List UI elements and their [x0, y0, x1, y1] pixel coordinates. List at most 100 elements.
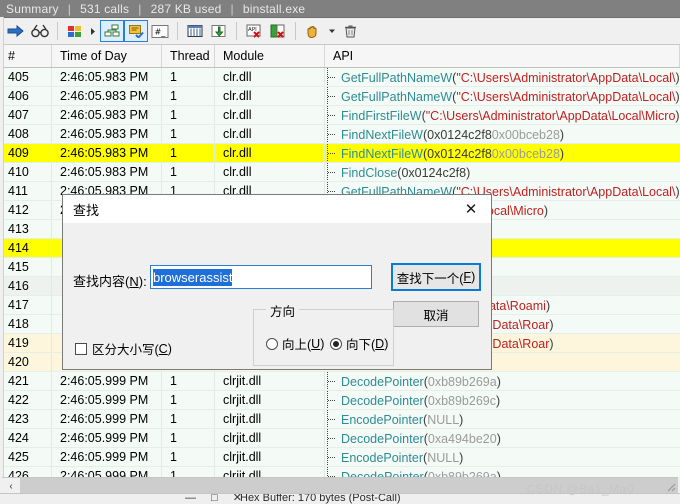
api-function-name: DecodePointer — [341, 374, 424, 389]
summary-label: Summary — [6, 1, 59, 16]
row-module: clrjit.dll — [215, 372, 325, 390]
api-argument: 0x00bceb28 — [491, 146, 560, 161]
clear-trash-icon[interactable] — [338, 20, 362, 42]
numbering-icon[interactable]: #_ — [148, 20, 172, 42]
api-paren-close: ) — [675, 70, 680, 85]
tree-view-icon[interactable] — [100, 20, 124, 42]
row-module: clr.dll — [215, 87, 325, 105]
checkbox-icon — [75, 342, 87, 355]
scroll-left-icon[interactable]: ‹ — [2, 478, 20, 494]
api-paren-close: ) — [496, 374, 501, 389]
row-module: clrjit.dll — [215, 429, 325, 447]
row-module: clrjit.dll — [215, 391, 325, 409]
row-number: 411 — [0, 182, 52, 200]
radio-direction-down[interactable]: 向下(D) — [330, 334, 388, 353]
table-row[interactable]: 410 2:46:05.983 PM 1 clr.dll FindClose ( 0x0… — [0, 163, 680, 182]
table-row[interactable]: 424 2:46:05.999 PM 1 clrjit.dll DecodePointe… — [0, 429, 680, 448]
row-time: 2:46:05.999 PM — [52, 467, 162, 477]
row-number: 423 — [0, 410, 52, 428]
row-api-call: FindClose ( 0x0124c2f8 ) — [325, 163, 680, 181]
api-filter-remove-icon[interactable]: API — [242, 20, 266, 42]
tree-connector-icon — [327, 372, 341, 390]
api-paren-close: ) — [675, 108, 680, 123]
table-row[interactable]: 407 2:46:05.983 PM 1 clr.dll FindFirstFileW … — [0, 106, 680, 125]
table-row[interactable]: 422 2:46:05.999 PM 1 clrjit.dll DecodePointe… — [0, 391, 680, 410]
find-dialog-titlebar[interactable]: 查找 ✕ — [63, 195, 491, 223]
tree-connector-icon — [327, 163, 341, 181]
column-header-thread[interactable]: Thread — [162, 45, 215, 67]
row-number: 418 — [0, 315, 52, 333]
module-filter-remove-icon[interactable] — [266, 20, 290, 42]
match-case-checkbox[interactable]: 区分大小写(C) — [75, 339, 172, 358]
table-row[interactable]: 426 2:46:05.999 PM 1 clrjit.dll DecodePointe… — [0, 467, 680, 477]
column-header-api[interactable]: API — [325, 45, 680, 67]
find-binoculars-icon[interactable] — [28, 20, 52, 42]
pause-hand-icon[interactable] — [301, 20, 325, 42]
column-header-number[interactable]: # — [0, 45, 52, 67]
pause-dropdown-icon[interactable] — [325, 20, 338, 42]
row-module: clrjit.dll — [215, 448, 325, 466]
api-argument: 0x00bceb28 — [491, 127, 560, 142]
table-row[interactable]: 409 2:46:05.983 PM 1 clr.dll FindNextFileW (… — [0, 144, 680, 163]
row-api-call: GetFullPathNameW ( "C:\Users\Administrat… — [325, 68, 680, 86]
row-number: 417 — [0, 296, 52, 314]
table-row[interactable]: 421 2:46:05.999 PM 1 clrjit.dll DecodePointe… — [0, 372, 680, 391]
table-row[interactable]: 406 2:46:05.983 PM 1 clr.dll GetFullPathName… — [0, 87, 680, 106]
columns-icon[interactable] — [183, 20, 207, 42]
match-case-accel-key: C — [158, 341, 168, 356]
table-row[interactable]: 423 2:46:05.999 PM 1 clrjit.dll EncodePointe… — [0, 410, 680, 429]
column-header-module[interactable]: Module — [215, 45, 325, 67]
row-thread: 1 — [162, 87, 215, 105]
hex-buffer-label: Hex Buffer: 170 bytes (Post-Call) — [240, 493, 401, 504]
row-number: 422 — [0, 391, 52, 409]
row-api-call: FindNextFileW ( 0x0124c2f8 0x00bceb28 ) — [325, 144, 680, 162]
go-arrow-icon[interactable] — [4, 20, 28, 42]
table-row[interactable]: 405 2:46:05.983 PM 1 clr.dll GetFullPathName… — [0, 68, 680, 87]
list-view-icon[interactable] — [124, 20, 148, 42]
row-api-call: EncodePointer ( NULL ) — [325, 410, 680, 428]
tree-connector-icon — [327, 144, 341, 162]
row-thread: 1 — [162, 125, 215, 143]
row-api-call: DecodePointer ( 0xb89b269a ) — [325, 372, 680, 390]
cancel-button[interactable]: 取消 — [393, 301, 479, 327]
api-paren-close: ) — [496, 431, 501, 446]
row-thread: 1 — [162, 391, 215, 409]
find-what-label-post: ): — [138, 274, 147, 289]
close-icon[interactable]: ✕ — [453, 196, 489, 222]
api-argument: 0xa494be20 — [427, 431, 497, 446]
api-function-name: FindClose — [341, 165, 398, 180]
search-input-value: browserassist — [153, 268, 233, 286]
table-row[interactable]: 425 2:46:05.999 PM 1 clrjit.dll EncodePointe… — [0, 448, 680, 467]
api-argument: NULL — [427, 450, 460, 465]
dropdown-chevron-icon[interactable] — [87, 20, 100, 42]
color-palette-icon[interactable] — [63, 20, 87, 42]
row-number: 414 — [0, 239, 52, 257]
row-number: 424 — [0, 429, 52, 447]
row-number: 416 — [0, 277, 52, 295]
window-controls[interactable]: — □ ✕ — [185, 494, 248, 504]
column-header-time[interactable]: Time of Day — [52, 45, 162, 67]
find-what-label: 查找内容(N): — [73, 271, 147, 290]
search-input[interactable]: browserassist — [150, 265, 372, 289]
find-next-button[interactable]: 查找下一个(F) — [391, 263, 481, 291]
find-what-accel-key: N — [129, 274, 139, 289]
row-number: 421 — [0, 372, 52, 390]
summary-separator-2: | — [138, 1, 142, 16]
api-paren-close: ) — [675, 184, 680, 199]
find-dialog: 查找 ✕ 查找内容(N): browserassist 查找下一个(F) 取消 … — [62, 194, 492, 370]
save-down-icon[interactable] — [207, 20, 231, 42]
radio-up-label-post: ) — [320, 336, 325, 351]
table-row[interactable]: 408 2:46:05.983 PM 1 clr.dll FindNextFileW (… — [0, 125, 680, 144]
find-dialog-body: 查找内容(N): browserassist 查找下一个(F) 取消 向上(U)… — [63, 223, 491, 369]
radio-direction-up[interactable]: 向上(U) — [266, 334, 324, 353]
api-function-name: DecodePointer — [341, 469, 424, 478]
row-thread: 1 — [162, 448, 215, 466]
resize-grip-icon[interactable] — [664, 480, 676, 492]
tree-connector-icon — [327, 68, 341, 86]
scrollbar-thumb[interactable] — [20, 478, 442, 494]
tree-connector-icon — [327, 87, 341, 105]
toolbar-divider-4 — [295, 22, 296, 40]
row-module: clrjit.dll — [215, 467, 325, 477]
api-paren-close: ) — [545, 298, 551, 313]
tree-connector-icon — [327, 448, 341, 466]
